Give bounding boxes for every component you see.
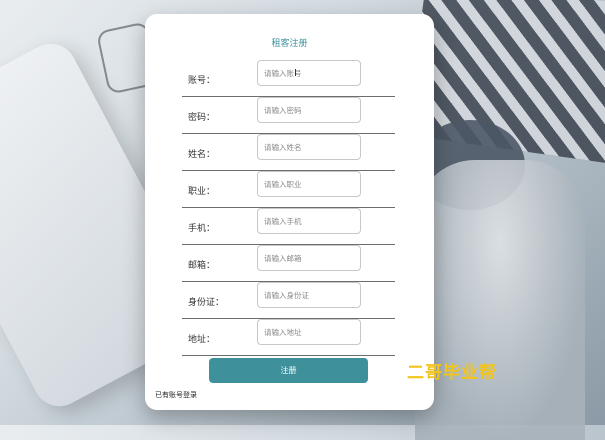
- field-row-password: 密码：: [182, 97, 395, 134]
- login-link[interactable]: 已有账号登录: [155, 390, 197, 400]
- address-input[interactable]: [257, 319, 361, 345]
- phone-input[interactable]: [257, 208, 361, 234]
- name-label: 姓名：: [188, 150, 216, 160]
- email-label: 邮箱：: [188, 261, 216, 271]
- occupation-label: 职业：: [188, 187, 216, 197]
- account-label: 账号：: [188, 76, 216, 86]
- field-row-name: 姓名：: [182, 134, 395, 171]
- form-title: 租客注册: [271, 39, 308, 49]
- field-row-account: 账号：: [182, 60, 395, 97]
- field-row-id-card: 身份证：: [182, 282, 395, 319]
- watermark: 二哥毕业帮: [407, 363, 497, 383]
- address-label: 地址：: [188, 335, 216, 345]
- password-label: 密码：: [188, 113, 216, 123]
- name-input[interactable]: [257, 134, 361, 160]
- register-card: 租客注册 账号： 密码： 姓名： 职业： 手机： 邮箱： 身份证： 地址： 注册…: [145, 14, 434, 410]
- occupation-input[interactable]: [257, 171, 361, 197]
- text-cursor-icon: I: [294, 68, 297, 79]
- field-row-occupation: 职业：: [182, 171, 395, 208]
- phone-label: 手机：: [188, 224, 216, 234]
- background-person: [415, 160, 585, 440]
- id-card-label: 身份证：: [188, 298, 225, 308]
- register-button[interactable]: 注册: [209, 358, 368, 383]
- account-input[interactable]: [257, 60, 361, 86]
- field-row-email: 邮箱：: [182, 245, 395, 282]
- field-row-phone: 手机：: [182, 208, 395, 245]
- field-row-address: 地址：: [182, 319, 395, 356]
- id-card-input[interactable]: [257, 282, 361, 308]
- email-input[interactable]: [257, 245, 361, 271]
- password-input[interactable]: [257, 97, 361, 123]
